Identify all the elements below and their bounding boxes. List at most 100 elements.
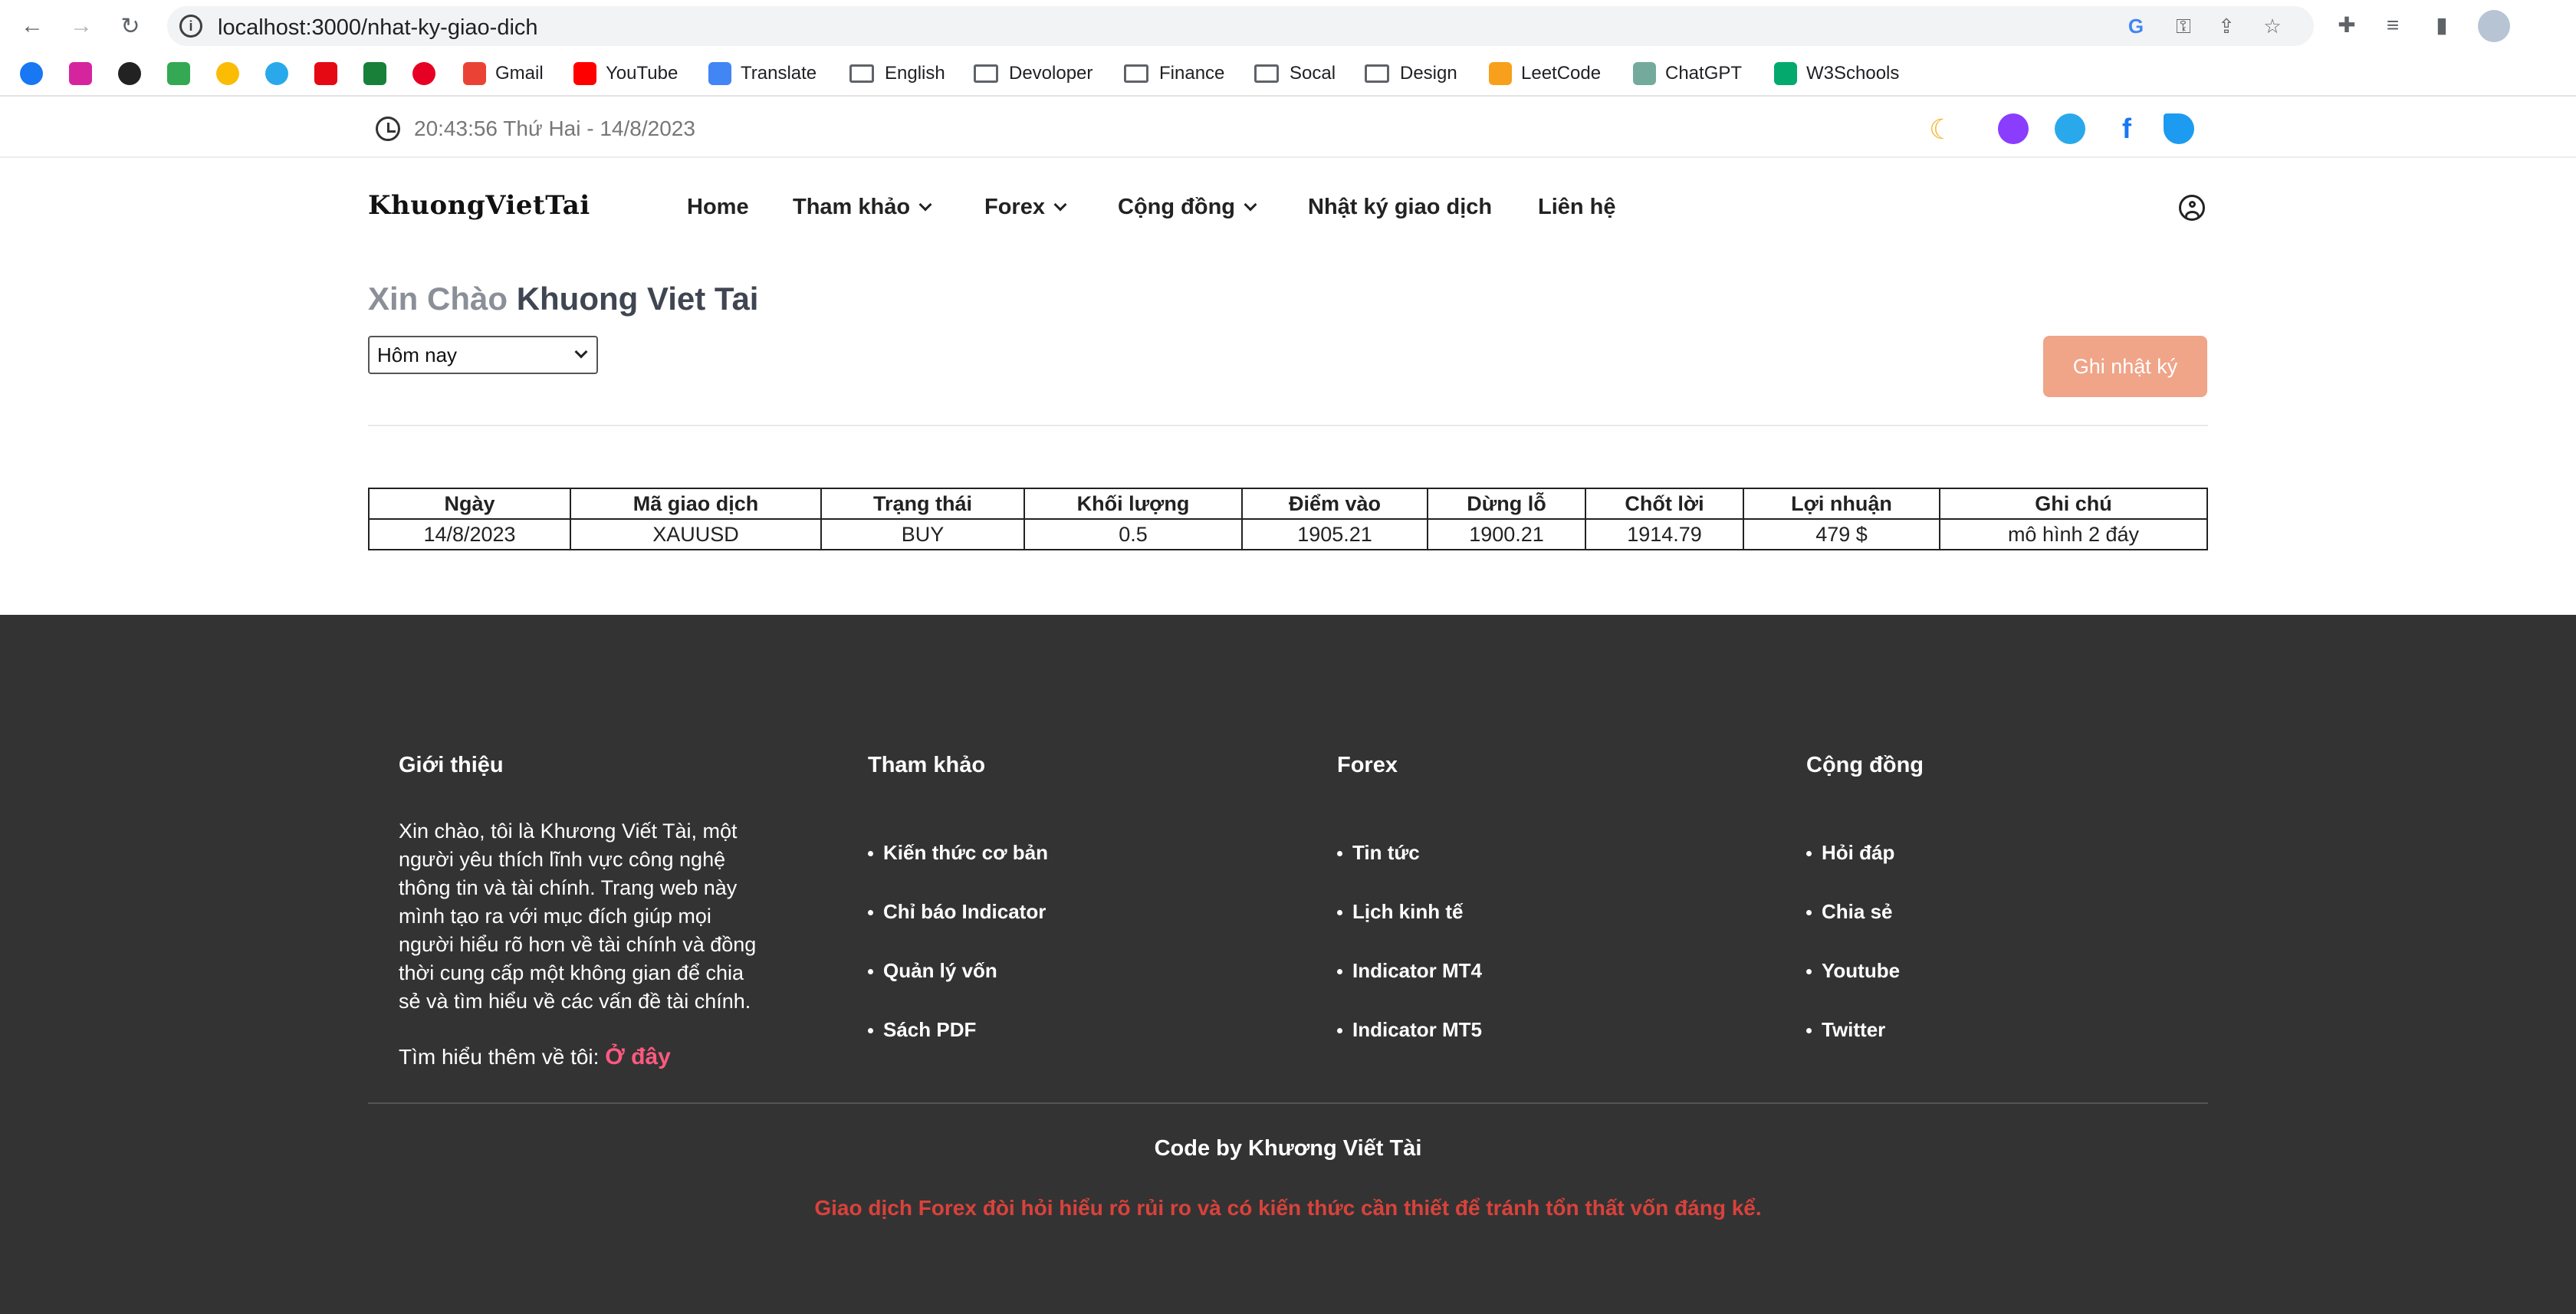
header-loi-nhuan: Lợi nhuận <box>1743 488 1940 520</box>
folder-icon <box>1124 64 1148 83</box>
facebook-icon[interactable]: f <box>2111 113 2142 144</box>
translate-bookmark[interactable]: Translate <box>708 60 816 87</box>
bookmark-label: English <box>885 63 945 84</box>
footer-intro-text: Xin chào, tôi là Khương Viết Tài, một ng… <box>399 820 757 1013</box>
address-url[interactable]: localhost:3000/nhat-ky-giao-dich <box>218 15 538 41</box>
gmail-bookmark[interactable]: Gmail <box>463 60 544 87</box>
telegram-icon[interactable] <box>2055 113 2085 144</box>
footer-link[interactable]: Lịch kinh tế <box>1337 900 1482 959</box>
nav-tham-khao[interactable]: Tham khảo <box>793 195 932 220</box>
site-brand[interactable]: KhuongVietTai <box>368 190 590 221</box>
header-khoi-luong: Khối lượng <box>1024 488 1243 520</box>
folder-icon <box>849 64 874 83</box>
leetcode-bookmark[interactable]: LeetCode <box>1489 60 1601 87</box>
facebook-bookmark[interactable] <box>20 60 43 87</box>
side-panel-icon[interactable]: ▮ <box>2429 12 2455 38</box>
folder-english[interactable]: English <box>849 60 945 87</box>
reload-icon[interactable]: ↻ <box>115 11 146 41</box>
cell-ma-giao-dich: XAUUSD <box>570 518 822 550</box>
extensions-icon[interactable]: ✚ <box>2334 12 2360 38</box>
dark-mode-moon-icon[interactable]: ☾ <box>1929 113 1953 146</box>
folder-finance[interactable]: Finance <box>1124 60 1224 87</box>
greeting-name: Khuong Viet Tai <box>516 281 759 317</box>
folder-socal[interactable]: Socal <box>1254 60 1336 87</box>
gmail-icon <box>463 62 486 85</box>
w3schools-icon <box>1774 62 1797 85</box>
leetcode-icon <box>1489 62 1512 85</box>
sheets-bookmark[interactable] <box>363 60 386 87</box>
date-filter-select[interactable]: Hôm nay <box>368 336 598 374</box>
footer-col-forex: Forex Tin tức Lịch kinh tế Indicator MT4… <box>1337 753 1482 1077</box>
footer-link[interactable]: Tin tức <box>1337 841 1482 900</box>
bookmark-label: Gmail <box>495 63 544 84</box>
header-ma-giao-dich: Mã giao dịch <box>570 488 822 520</box>
footer-link[interactable]: Kiến thức cơ bản <box>868 841 1048 900</box>
github-icon <box>118 62 141 85</box>
folder-icon <box>1254 64 1279 83</box>
chevron-down-icon <box>1053 198 1067 212</box>
bookmark-star-icon[interactable]: ☆ <box>2260 16 2285 36</box>
netflix-bookmark[interactable] <box>314 60 337 87</box>
github-bookmark[interactable] <box>118 60 141 87</box>
footer-risk-warning: Giao dịch Forex đòi hỏi hiểu rõ rủi ro v… <box>814 1196 1762 1220</box>
google-icon[interactable]: G <box>2124 16 2148 36</box>
footer-more: Tìm hiểu thêm về tôi: Ở đây <box>399 1044 671 1070</box>
nav-forex[interactable]: Forex <box>984 195 1067 220</box>
footer-link[interactable]: Chỉ báo Indicator <box>868 900 1048 959</box>
share-icon[interactable]: ⇪ <box>2214 16 2239 36</box>
footer-link[interactable]: Youtube <box>1806 959 1924 1018</box>
bookmark-label: Finance <box>1159 63 1225 84</box>
site-info-icon[interactable]: i <box>179 15 202 38</box>
profile-avatar[interactable] <box>2478 10 2510 42</box>
nav-lien-he[interactable]: Liên hệ <box>1538 195 1616 220</box>
bookmark-label: Socal <box>1290 63 1336 84</box>
footer-link[interactable]: Indicator MT4 <box>1337 959 1482 1018</box>
user-account-icon[interactable] <box>2179 195 2205 221</box>
section-divider <box>368 425 2208 426</box>
add-log-button[interactable]: Ghi nhật ký <box>2043 336 2207 397</box>
address-bar[interactable]: i localhost:3000/nhat-ky-giao-dich G ⚿ ⇪… <box>167 6 2314 46</box>
table-row[interactable]: 14/8/2023 XAUUSD BUY 0.5 1905.21 1900.21… <box>368 518 2208 550</box>
back-arrow-icon[interactable]: ← <box>17 11 48 41</box>
header-trang-thai: Trạng thái <box>820 488 1025 520</box>
chatgpt-bookmark[interactable]: ChatGPT <box>1633 60 1742 87</box>
footer-link[interactable]: Quản lý vốn <box>868 959 1048 1018</box>
photos-bookmark[interactable] <box>216 60 239 87</box>
w3schools-bookmark[interactable]: W3Schools <box>1774 60 1899 87</box>
footer-col-intro: Giới thiệu <box>399 753 504 778</box>
pinterest-bookmark[interactable] <box>412 60 435 87</box>
media-queue-icon[interactable]: ≡ <box>2380 12 2406 38</box>
footer-col-cong-dong: Cộng đồng Hỏi đáp Chia sẻ Youtube Twitte… <box>1806 753 1924 1077</box>
footer-col-title: Cộng đồng <box>1806 753 1924 777</box>
chevron-down-icon <box>918 198 932 212</box>
youtube-bookmark[interactable]: YouTube <box>573 60 678 87</box>
drive-bookmark[interactable] <box>167 60 190 87</box>
nav-home[interactable]: Home <box>687 195 749 220</box>
twitter-icon[interactable] <box>2164 113 2194 144</box>
sheets-icon <box>363 62 386 85</box>
footer-link[interactable]: Indicator MT5 <box>1337 1018 1482 1077</box>
forward-arrow-icon[interactable]: → <box>66 11 97 41</box>
folder-design[interactable]: Design <box>1365 60 1457 87</box>
footer-link[interactable]: Twitter <box>1806 1018 1924 1077</box>
key-icon[interactable]: ⚿ <box>2171 16 2196 36</box>
messenger-icon[interactable] <box>1998 113 2029 144</box>
cell-trang-thai: BUY <box>820 518 1025 550</box>
footer-more-link[interactable]: Ở đây <box>605 1044 671 1069</box>
nav-cong-dong[interactable]: Cộng đồng <box>1118 195 1257 220</box>
page-greeting: Xin Chào Khuong Viet Tai <box>368 281 758 317</box>
cell-diem-vao: 1905.21 <box>1241 518 1428 550</box>
telegram-bookmark[interactable] <box>265 60 288 87</box>
instagram-bookmark[interactable] <box>69 60 92 87</box>
footer-credit: Code by Khương Viết Tài <box>1154 1136 1422 1161</box>
footer-link[interactable]: Chia sẻ <box>1806 900 1924 959</box>
footer-link[interactable]: Hỏi đáp <box>1806 841 1924 900</box>
footer-link[interactable]: Sách PDF <box>868 1018 1048 1077</box>
bookmark-label: LeetCode <box>1521 63 1602 84</box>
nav-nhat-ky-giao-dich[interactable]: Nhật ký giao dịch <box>1308 195 1492 220</box>
nav-label: Forex <box>984 195 1045 219</box>
nav-label: Cộng đồng <box>1118 195 1236 219</box>
bookmark-label: Devoloper <box>1009 63 1093 84</box>
folder-devoloper[interactable]: Devoloper <box>974 60 1092 87</box>
folder-icon <box>974 64 998 83</box>
